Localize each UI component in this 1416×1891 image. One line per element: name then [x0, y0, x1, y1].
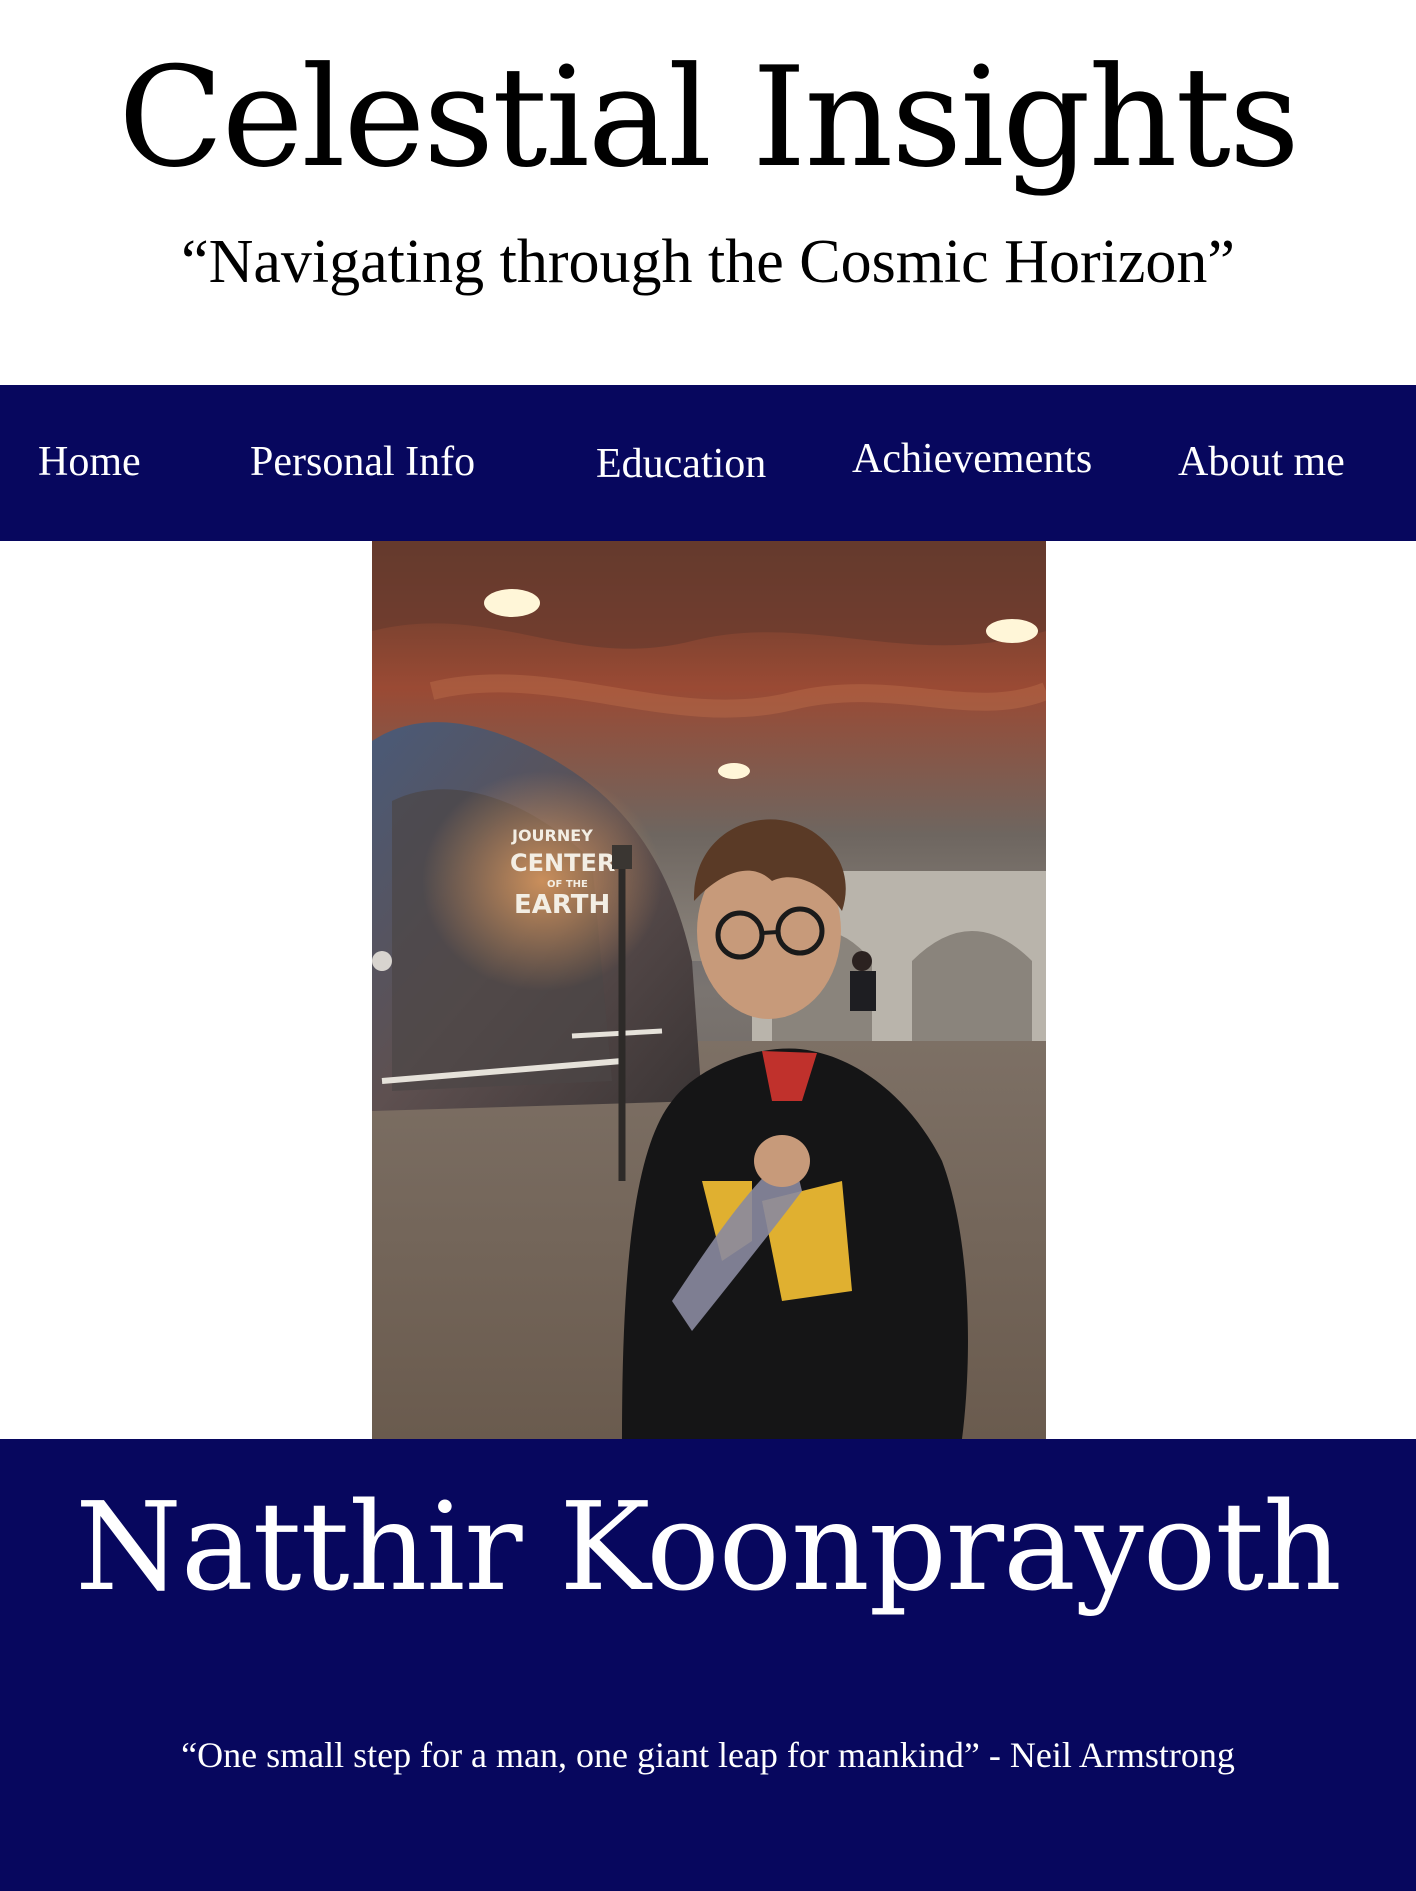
site-tagline: “Navigating through the Cosmic Horizon” — [181, 228, 1235, 296]
nav-item-achievements[interactable]: Achievements — [852, 434, 1092, 484]
sign-text-2: CENTER — [510, 849, 615, 877]
nav-item-about-me[interactable]: About me — [1178, 437, 1345, 487]
nav-item-personal-info[interactable]: Personal Info — [250, 437, 475, 487]
nav-item-education[interactable]: Education — [596, 439, 766, 489]
profile-photo: JOURNEY CENTER OF THE EARTH — [372, 541, 1046, 1439]
sign-text-1: JOURNEY — [511, 826, 593, 845]
site-header: Celestial Insights “Navigating through t… — [0, 0, 1416, 385]
sign-text-4: EARTH — [514, 890, 610, 920]
sign-text-3: OF THE — [547, 879, 588, 890]
main-navigation: Home Personal Info Education Achievement… — [0, 385, 1416, 541]
armstrong-quote: “One small step for a man, one giant lea… — [181, 1735, 1235, 1775]
nav-item-home[interactable]: Home — [38, 437, 141, 487]
owner-name: Natthir Koonprayoth — [75, 1476, 1342, 1618]
site-title: Celestial Insights — [118, 37, 1300, 198]
